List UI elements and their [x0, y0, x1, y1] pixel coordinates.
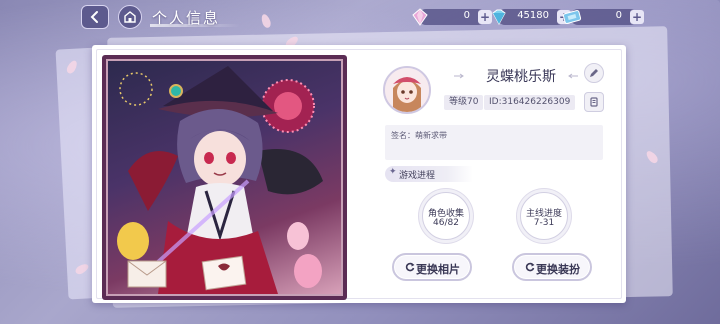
- player-id: ID:316426226309: [484, 95, 576, 110]
- currency-ticket: 0 +: [562, 9, 644, 25]
- copy-id-button[interactable]: [584, 92, 604, 112]
- currency-blue-diamond: 45180 +: [492, 9, 571, 26]
- edit-name-button[interactable]: [584, 63, 604, 83]
- section-title: 游戏进程: [399, 171, 436, 181]
- home-button[interactable]: [118, 5, 142, 29]
- top-bar: 个人信息 0 + 45180 + 0 +: [0, 0, 720, 36]
- refresh-icon: [525, 262, 535, 272]
- blue-diamond-icon: [492, 9, 506, 26]
- currency-value: 45180: [517, 10, 549, 21]
- character-illustration: [117, 66, 323, 294]
- stat-value: 7-31: [533, 218, 555, 228]
- add-currency-button[interactable]: +: [630, 10, 644, 24]
- signature-text: 签名：萌新求带: [391, 131, 447, 140]
- ticket-icon: [562, 10, 582, 24]
- pencil-icon: [590, 69, 598, 77]
- name-decoration-icon: [454, 73, 464, 79]
- copy-icon: [590, 97, 598, 107]
- signature-box[interactable]: 签名：萌新求带: [385, 125, 603, 160]
- button-label: 更换装扮: [536, 263, 580, 276]
- player-name: 灵蝶桃乐斯: [486, 69, 556, 85]
- character-portrait: [106, 59, 343, 296]
- avatar[interactable]: [383, 66, 431, 114]
- level-badge: 等级70: [444, 95, 484, 110]
- sparkle-icon: ✦: [389, 167, 397, 177]
- back-button[interactable]: [81, 5, 109, 29]
- character-collection-stat: 角色收集 46/82: [422, 192, 470, 240]
- game-progress-header: ✦ 游戏进程: [385, 166, 473, 182]
- refresh-icon: [405, 262, 415, 272]
- change-photo-button[interactable]: 更换相片: [392, 253, 472, 281]
- button-label: 更换相片: [416, 263, 460, 276]
- character-portrait-frame: [102, 55, 347, 300]
- stat-value: 46/82: [433, 218, 459, 228]
- name-decoration-icon: [568, 73, 578, 79]
- change-outfit-button[interactable]: 更换装扮: [512, 253, 592, 281]
- currency-value: 0: [615, 10, 622, 21]
- currency-value: 0: [463, 10, 470, 21]
- avatar-image: [385, 68, 429, 112]
- pink-gem-icon: [412, 8, 428, 26]
- title-underline: [150, 24, 240, 27]
- back-arrow-icon: [90, 11, 98, 23]
- main-story-stat: 主线进度 7-31: [520, 192, 568, 240]
- home-icon: [124, 11, 136, 23]
- currency-pink-gem: 0 +: [412, 8, 492, 26]
